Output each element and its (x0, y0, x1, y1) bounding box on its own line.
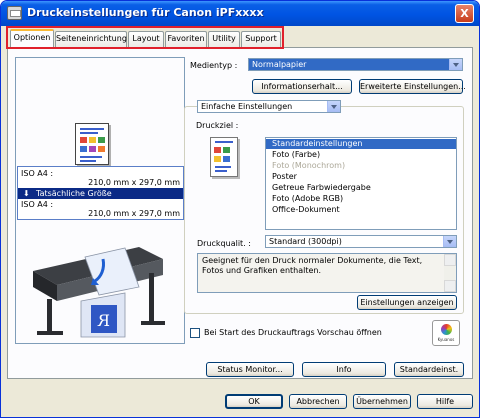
settings-mode-select[interactable]: Einfache Einstellungen (197, 100, 341, 113)
tab-optionen[interactable]: Optionen (10, 29, 54, 48)
preview-checkbox-label: Bei Start des Druckauftrags Vorschau öff… (204, 328, 382, 337)
printer-illustration: R (21, 229, 181, 339)
tab-support[interactable]: Support (241, 31, 281, 47)
actual-size-row: ⬇ Tatsächliche Größe (18, 188, 183, 199)
quality-select[interactable]: Standard (300dpi) (265, 235, 457, 248)
size-value-top: 210,0 mm x 297,0 mm (88, 178, 180, 187)
tab-seiteneinrichtung[interactable]: Seiteneinrichtung (55, 31, 127, 47)
info-button[interactable]: Info (302, 362, 386, 377)
list-item[interactable]: Standardeinstellungen (266, 139, 456, 149)
media-type-value: Normalpapier (252, 60, 307, 69)
media-type-select[interactable]: Normalpapier (248, 58, 463, 71)
chevron-down-icon (449, 59, 462, 70)
cancel-button[interactable]: Abbrechen (289, 394, 347, 409)
media-type-label: Medientyp : (190, 61, 238, 70)
list-item[interactable]: Office-Dokument (266, 205, 456, 215)
description-box: Geeignet für den Druck normaler Dokument… (197, 253, 457, 293)
list-item[interactable]: Poster (266, 172, 456, 182)
druckziel-list[interactable]: Standardeinstellungen Foto (Farbe) Foto … (265, 137, 457, 230)
tab-layout[interactable]: Layout (128, 31, 164, 47)
printer-icon (7, 6, 22, 20)
title-bar[interactable]: Druckeinstellungen für Canon iPFxxxx X (1, 1, 479, 26)
quality-value: Standard (300dpi) (269, 237, 342, 246)
kyuanos-logo-icon (441, 324, 452, 335)
paper-size-info: ISO A4 : 210,0 mm x 297,0 mm ⬇ Tatsächli… (17, 166, 184, 220)
list-item[interactable]: Foto (Adobe RGB) (266, 194, 456, 204)
list-item[interactable]: Foto (Farbe) (266, 150, 456, 160)
size-value-bottom: 210,0 mm x 297,0 mm (88, 209, 180, 218)
tab-favoriten[interactable]: Favoriten (165, 31, 207, 47)
chevron-down-icon (327, 101, 340, 112)
size-label-top: ISO A4 : (21, 169, 54, 178)
apply-button[interactable]: Übernehmen (353, 394, 411, 409)
scrollbar[interactable] (444, 254, 456, 292)
print-settings-window: Druckeinstellungen für Canon iPFxxxx X O… (0, 0, 480, 418)
scroll-up-icon[interactable] (444, 254, 456, 266)
preview-checkbox[interactable] (190, 328, 200, 338)
show-settings-button[interactable]: Einstellungen anzeigen (357, 295, 457, 310)
defaults-button[interactable]: Standardeinst. (394, 362, 464, 377)
list-item[interactable]: Getreue Farbwiedergabe (266, 183, 456, 193)
window-title: Druckeinstellungen für Canon iPFxxxx (27, 6, 264, 19)
scroll-down-icon[interactable] (444, 280, 456, 292)
quality-label: Druckqualit. : (197, 239, 251, 248)
information-button[interactable]: Informationserhalt... (252, 79, 352, 94)
advanced-settings-button[interactable]: Erweiterte Einstellungen... (359, 79, 466, 94)
arrow-down-icon: ⬇ (23, 189, 30, 198)
paper-letter: R (97, 311, 110, 330)
kyuanos-label: Kyuanos (437, 337, 455, 342)
kyuanos-button[interactable]: Kyuanos (432, 320, 460, 346)
status-monitor-button[interactable]: Status Monitor... (206, 362, 294, 377)
help-button[interactable]: Hilfe (417, 394, 473, 409)
description-text: Geeignet für den Druck normaler Dokument… (202, 256, 423, 275)
tab-utility[interactable]: Utility (208, 31, 240, 47)
settings-mode-value: Einfache Einstellungen (201, 102, 293, 111)
close-button[interactable]: X (455, 4, 474, 23)
page-thumbnail (75, 123, 109, 165)
size-label-bottom: ISO A4 : (21, 200, 54, 209)
ok-button[interactable]: OK (225, 394, 283, 409)
list-item: Foto (Monochrom) (272, 161, 346, 170)
preset-thumbnail (210, 137, 238, 177)
actual-size-label: Tatsächliche Größe (36, 189, 112, 198)
druckziel-label: Druckziel : (196, 121, 239, 130)
chevron-down-icon (443, 236, 456, 247)
